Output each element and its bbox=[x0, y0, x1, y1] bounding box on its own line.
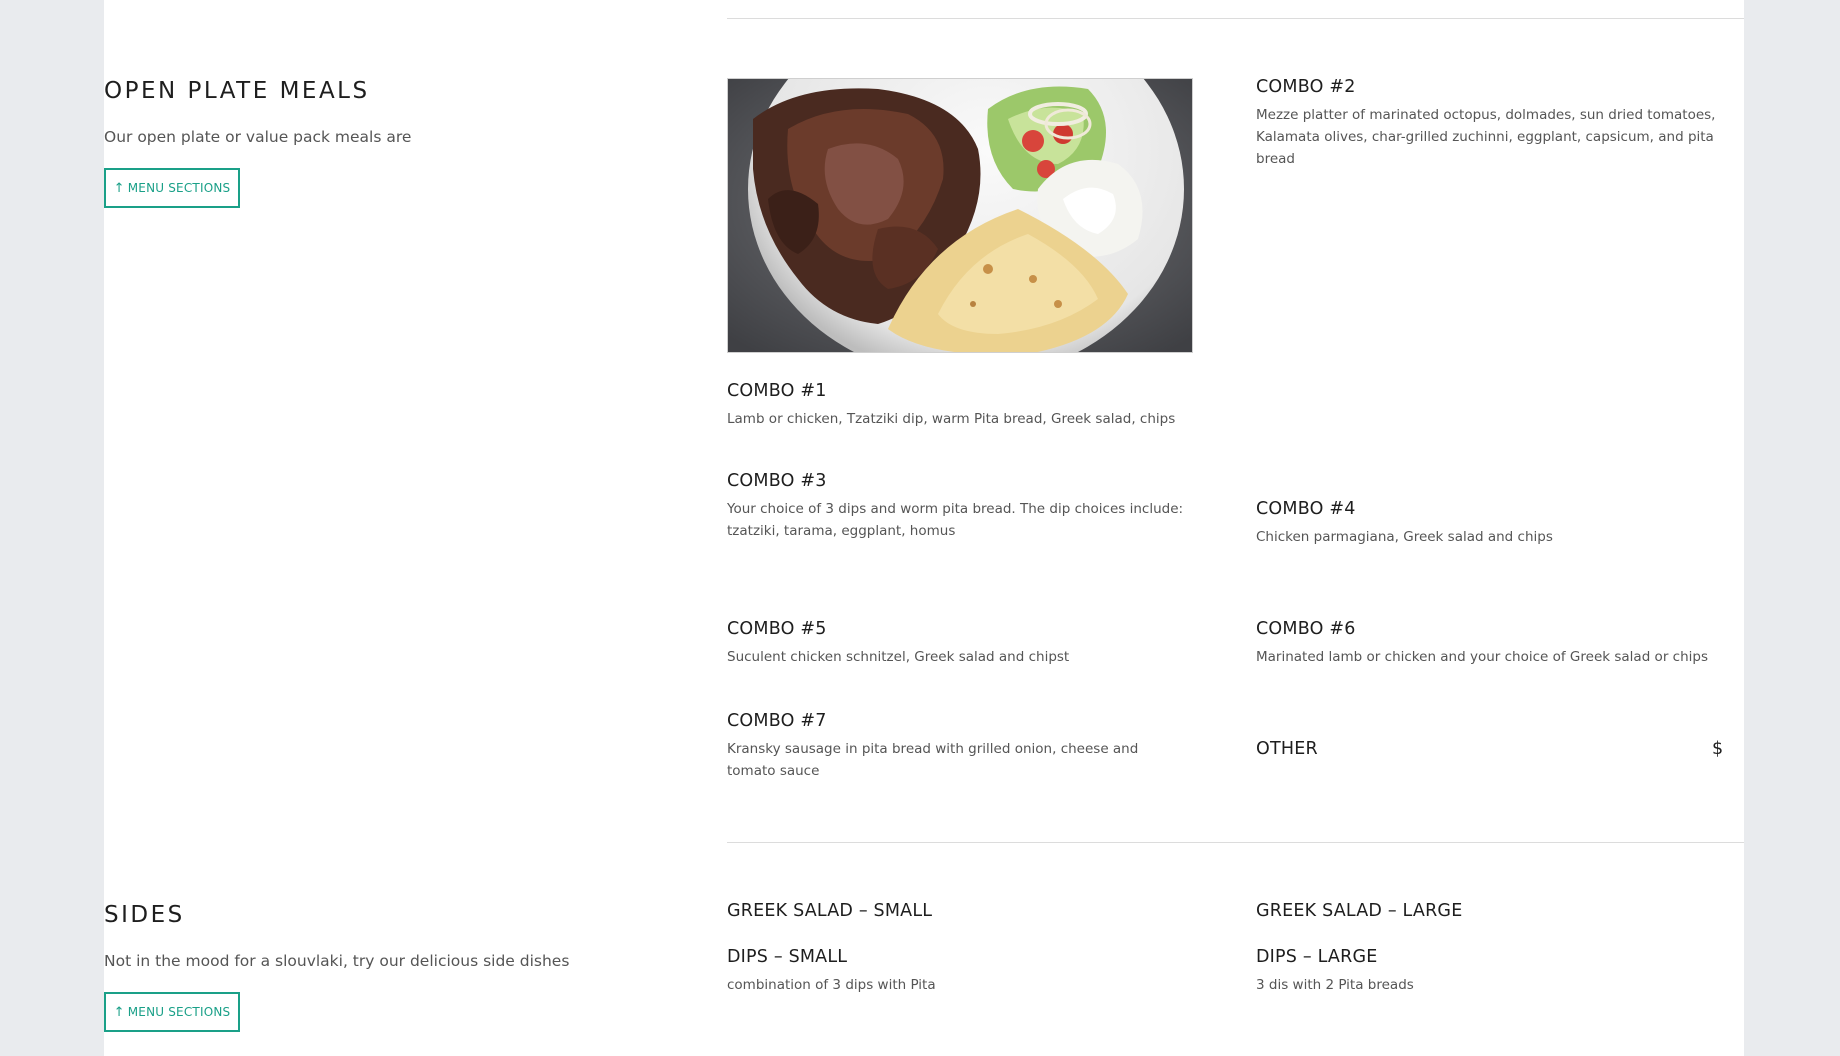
combo-4-description: Chicken parmagiana, Greek salad and chip… bbox=[1256, 529, 1553, 545]
dips-large-description: 3 dis with 2 Pita breads bbox=[1256, 977, 1414, 993]
arrow-up-icon: ↑ bbox=[113, 180, 125, 196]
combo-4-title: COMBO #4 bbox=[1256, 499, 1356, 519]
dips-small-title: DIPS – SMALL bbox=[727, 947, 848, 967]
top-divider bbox=[727, 18, 1744, 19]
combo-1-photo bbox=[727, 78, 1193, 353]
dips-small-description: combination of 3 dips with Pita bbox=[727, 977, 936, 993]
dips-large-title: DIPS – LARGE bbox=[1256, 947, 1378, 967]
menu-sections-label: MENU SECTIONS bbox=[127, 1005, 231, 1019]
section-divider bbox=[727, 842, 1744, 843]
arrow-up-icon: ↑ bbox=[113, 1004, 125, 1020]
combo-6-title: COMBO #6 bbox=[1256, 619, 1356, 639]
combo-2-title: COMBO #2 bbox=[1256, 77, 1356, 97]
section-title-sides: SIDES bbox=[104, 902, 185, 928]
menu-sections-button-sides[interactable]: ↑ MENU SECTIONS bbox=[104, 992, 240, 1032]
combo-3-title: COMBO #3 bbox=[727, 471, 827, 491]
combo-1-description: Lamb or chicken, Tzatziki dip, warm Pita… bbox=[727, 411, 1176, 427]
section-description-sides: Not in the mood for a slouvlaki, try our… bbox=[104, 952, 570, 970]
menu-sections-button[interactable]: ↑ MENU SECTIONS bbox=[104, 168, 240, 208]
greek-salad-small-title: GREEK SALAD – SMALL bbox=[727, 901, 933, 921]
plate-of-gyros-image bbox=[728, 79, 1192, 352]
other-price: $ bbox=[1712, 739, 1724, 759]
combo-7-description: Kransky sausage in pita bread with grill… bbox=[727, 741, 1139, 779]
other-title: OTHER bbox=[1256, 739, 1318, 759]
combo-5-title: COMBO #5 bbox=[727, 619, 827, 639]
combo-3-description: Your choice of 3 dips and worm pita brea… bbox=[727, 501, 1184, 539]
combo-5-description: Suculent chicken schnitzel, Greek salad … bbox=[727, 649, 1070, 665]
combo-6-description: Marinated lamb or chicken and your choic… bbox=[1256, 649, 1708, 665]
greek-salad-large-title: GREEK SALAD – LARGE bbox=[1256, 901, 1463, 921]
section-description-open-plate: Our open plate or value pack meals are bbox=[104, 128, 412, 146]
section-title-open-plate: OPEN PLATE MEALS bbox=[104, 78, 370, 104]
combo-1-title: COMBO #1 bbox=[727, 381, 827, 401]
combo-7-title: COMBO #7 bbox=[727, 711, 827, 731]
combo-2-description: Mezze platter of marinated octopus, dolm… bbox=[1256, 107, 1716, 167]
menu-sections-label: MENU SECTIONS bbox=[127, 181, 231, 195]
